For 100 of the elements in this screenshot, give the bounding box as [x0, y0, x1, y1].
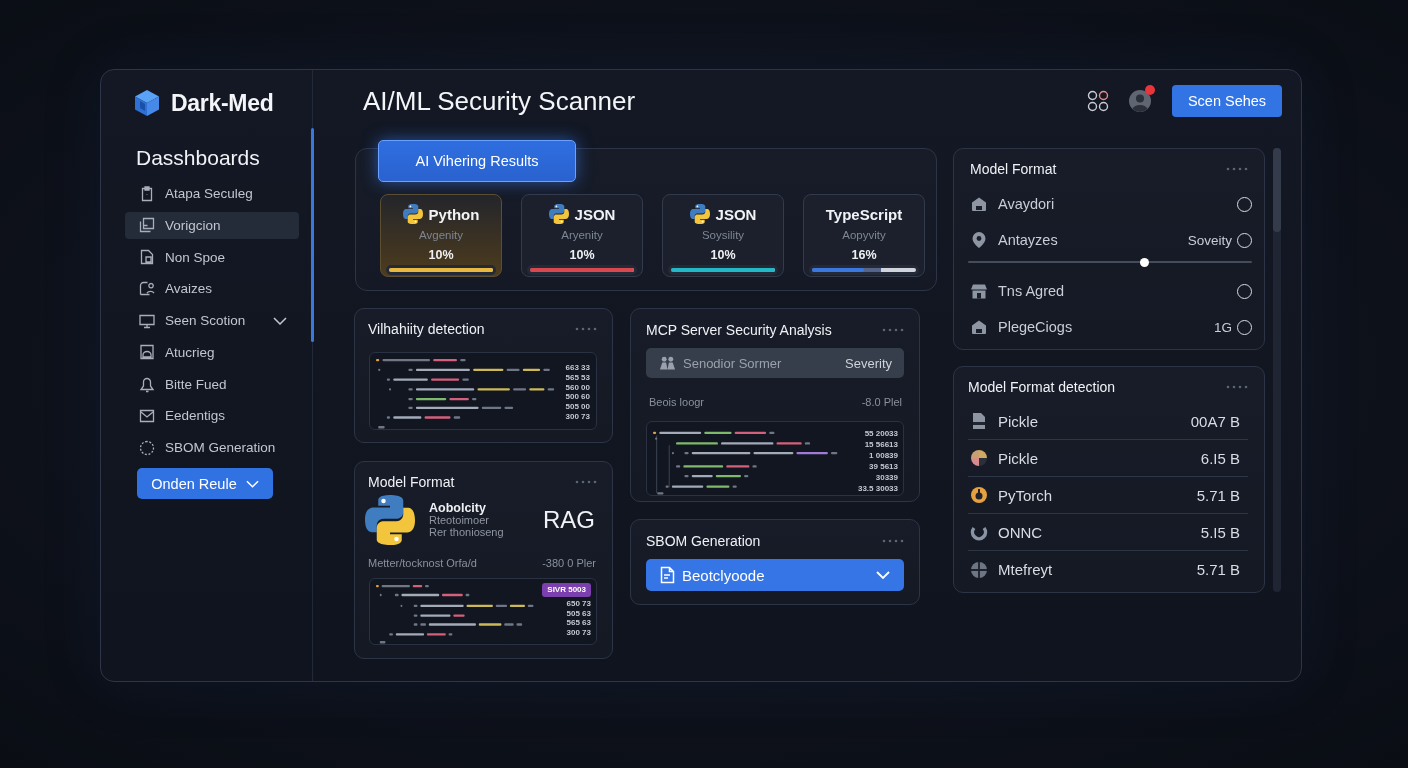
- tray-icon: [138, 343, 156, 362]
- line-value: 505 63: [566, 608, 591, 619]
- copy-icon: [138, 216, 156, 235]
- sidebar-item[interactable]: SBOM Generation: [125, 434, 299, 461]
- model-detail: Rer thonioseng: [429, 526, 504, 538]
- sidebar-item[interactable]: Seen Scotion: [125, 307, 299, 334]
- line-value: 565 53: [565, 372, 590, 383]
- log-value: -8.0 Plel: [861, 396, 902, 408]
- file-size: 5.71 B: [1196, 561, 1240, 578]
- scrollbar-thumb[interactable]: [1273, 148, 1281, 232]
- action-button[interactable]: Scen Sehes: [1172, 85, 1282, 117]
- format-name: Mtefreyt: [998, 561, 1053, 578]
- file-size: 6.I5 B: [1200, 449, 1240, 467]
- card-title: Model Format detection: [968, 379, 1116, 395]
- format-name: Pickle: [998, 412, 1038, 430]
- dropdown[interactable]: Beotclyoode: [646, 559, 904, 591]
- card-caption: Avgenity: [419, 228, 463, 242]
- option-label: Antayzes: [998, 232, 1058, 248]
- card-title: Model Format: [368, 474, 455, 490]
- header-label: Senodior Sormer: [683, 355, 782, 371]
- sidebar-item[interactable]: Atapa Seculeg: [125, 180, 299, 207]
- path-value: -380 0 Pler: [542, 557, 596, 569]
- more-icon[interactable]: [575, 327, 597, 331]
- line-value: 30339: [875, 471, 898, 483]
- line-value: 650 73: [566, 599, 591, 609]
- format-name: Pickle: [998, 449, 1038, 467]
- header-label: Severity: [845, 355, 892, 371]
- card-title: SBOM Generation: [646, 533, 761, 549]
- line-value: 300 73: [565, 412, 590, 422]
- chevron-down-icon[interactable]: [273, 316, 287, 325]
- snakes-logo-icon: [365, 494, 415, 546]
- more-icon[interactable]: [882, 328, 904, 332]
- card-caption: Soysility: [701, 228, 745, 242]
- card-value: 10%: [710, 247, 736, 263]
- sidebar-item[interactable]: Bitte Fued: [125, 370, 299, 398]
- sidebar-item[interactable]: Atucrieg: [125, 338, 299, 366]
- quartered-circle-icon: [970, 560, 988, 579]
- more-icon[interactable]: [575, 480, 597, 484]
- dropdown-button[interactable]: Onden Reule: [137, 468, 273, 499]
- card-title: JSON: [574, 205, 616, 223]
- card-title: Model Format: [970, 161, 1057, 177]
- scrollbar-thumb[interactable]: [311, 128, 314, 342]
- card-title: Vilhahiity detection: [368, 321, 485, 337]
- map-pin-icon: [970, 231, 988, 249]
- format-name: ONNC: [998, 523, 1043, 541]
- user-icon: [138, 279, 156, 298]
- line-value: 663 33: [565, 363, 590, 373]
- line-value: 39 5613: [869, 460, 898, 472]
- option-label: Avaydori: [998, 196, 1055, 212]
- line-value: 33.5 30033: [857, 482, 898, 494]
- keyhole-icon: [970, 486, 988, 504]
- shop-icon: [970, 282, 988, 300]
- brand-name: Dark-Med: [171, 89, 274, 117]
- result-card[interactable]: JSON Soysility 10%: [662, 194, 784, 277]
- pie-chart-icon: [970, 449, 988, 467]
- code-tag: SIVR 5003: [542, 583, 591, 597]
- model-detail: Rteotoimoer: [429, 514, 490, 526]
- document-icon: [659, 566, 676, 584]
- card-title: TypeScript: [825, 205, 903, 223]
- format-name: PyTorch: [998, 486, 1053, 504]
- house-icon: [970, 318, 988, 336]
- result-card[interactable]: TypeScript Aopyvity 16%: [803, 194, 925, 277]
- scrollbar-track[interactable]: [1273, 148, 1281, 592]
- more-icon[interactable]: [1226, 167, 1248, 171]
- card-value: 10%: [428, 247, 454, 263]
- sidebar-item[interactable]: Avaizes: [125, 275, 299, 303]
- sidebar-item[interactable]: Non Spoe: [125, 243, 299, 271]
- model-name: Aobolcity: [429, 502, 487, 514]
- page-title: AI/ML Security Scanner: [363, 85, 636, 117]
- slider-thumb[interactable]: [1139, 257, 1149, 267]
- line-value: 560 00: [565, 382, 590, 393]
- circles-grid-icon[interactable]: [1087, 90, 1109, 112]
- option-note: Soveity: [1187, 232, 1232, 248]
- card-title: MCP Server Security Analysis: [646, 322, 832, 338]
- more-icon[interactable]: [882, 539, 904, 543]
- results-tab[interactable]: AI Vihering Results: [378, 140, 576, 182]
- line-value: 500 60: [565, 392, 590, 403]
- file-path: Metter/tocknost Orfa/d: [368, 557, 477, 569]
- log-label: Beois loogr: [649, 396, 705, 408]
- chevron-down-icon: [245, 479, 259, 488]
- line-value: 300 73: [566, 628, 591, 638]
- line-value: 505 00: [565, 402, 590, 412]
- option-label: PlegeCiogs: [998, 319, 1073, 335]
- result-card[interactable]: JSON Aryenity 10%: [521, 194, 643, 277]
- sidebar-heading: Dasshboards: [136, 145, 260, 170]
- result-card[interactable]: Python Avgenity 10%: [380, 194, 502, 277]
- house-icon: [970, 195, 988, 213]
- model-tag: RAG: [543, 506, 595, 534]
- more-icon[interactable]: [1226, 385, 1248, 389]
- sidebar-item[interactable]: Vorigcion: [125, 211, 299, 239]
- people-icon: [659, 355, 676, 371]
- chevron-down-icon: [876, 571, 890, 579]
- line-value: 1 00839: [869, 449, 898, 461]
- file-icon: [970, 412, 988, 430]
- line-value: 15 56613: [864, 438, 898, 450]
- line-value: 55 20033: [864, 427, 898, 439]
- bell-icon: [138, 375, 156, 393]
- file-size: 5.I5 B: [1200, 523, 1240, 541]
- avatar-icon[interactable]: [1129, 89, 1151, 113]
- sidebar-item[interactable]: Eedentigs: [125, 402, 299, 430]
